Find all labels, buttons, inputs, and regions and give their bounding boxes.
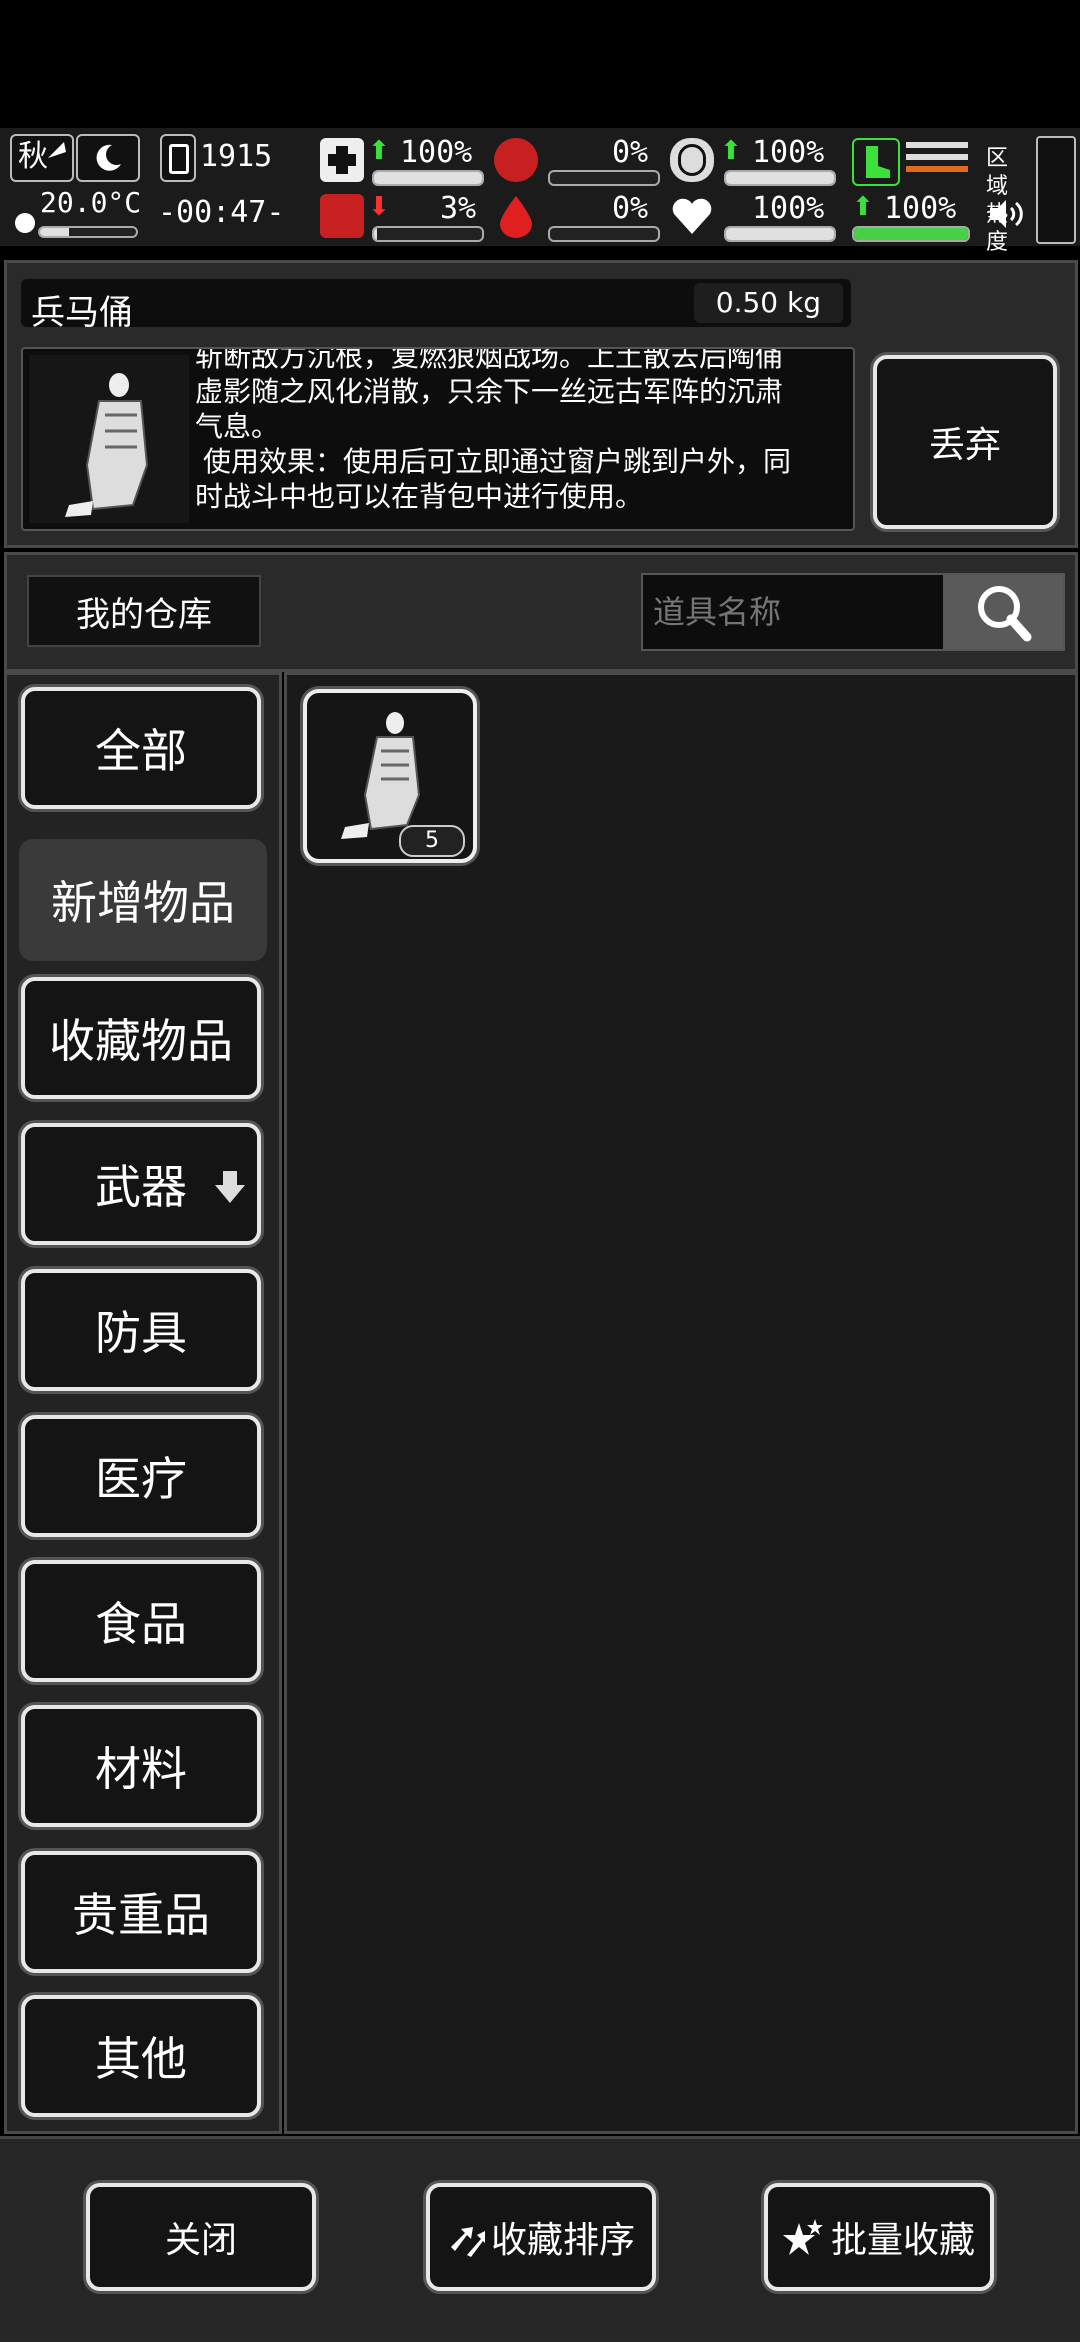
terracotta-warrior-icon [65,373,149,517]
favorite-sort-label: 收藏排序 [490,2219,635,2260]
category-medical[interactable]: 医疗 [21,1415,261,1537]
immunity-value: 100% [752,135,825,170]
footer-bar: 关闭 收藏排序 批量收藏 [0,2136,1080,2342]
item-grid: 5 [284,672,1078,2134]
thirst-value: 0% [612,191,649,226]
category-weapons-label: 武器 [95,1160,187,1214]
warehouse-header: 我的仓库 [4,552,1078,672]
swap-arrows-icon [450,2227,485,2257]
category-favorites[interactable]: 收藏物品 [21,977,261,1099]
item-image [29,355,189,523]
close-button[interactable]: 关闭 [86,2183,316,2291]
immunity-bar [724,170,836,186]
item-description-line: 时战斗中也可以在背包中进行使用。 [195,481,644,512]
category-weapons[interactable]: 武器 [21,1123,261,1245]
item-name: 兵马俑 [31,294,133,332]
stars-icon [782,2219,823,2255]
hunger-value: 0% [612,135,649,170]
search-icon [978,586,1032,642]
heart-icon [672,198,712,234]
speaker-icon[interactable] [988,198,1024,230]
search-box [641,573,1065,651]
item-description-line: 斩断敌方沉根，复燃狼烟战场。上土散去后陶俑 [195,347,784,372]
boot-icon [852,138,900,186]
category-materials[interactable]: 材料 [21,1705,261,1827]
thirst-bar [548,226,660,242]
water-drop-icon [500,196,532,238]
item-name-bar: 兵马俑 0.50 kg [21,279,851,332]
batch-favorite-label: 批量收藏 [830,2219,975,2260]
batch-favorite-button[interactable]: 批量收藏 [764,2183,994,2291]
item-count-badge: 5 [399,825,465,857]
favorite-sort-button[interactable]: 收藏排序 [426,2183,656,2291]
arrow-down-icon [215,1171,245,1203]
brain-icon [320,194,364,238]
grid-item-slot[interactable]: 5 [303,689,477,863]
mental-trend-down-icon: ⬇ [368,192,390,222]
health-bar [372,170,484,186]
item-description-box: 斩断敌方沉根，复燃狼烟战场。上土散去后陶俑 虚影随之风化消散，只余下一丝远古军阵… [21,347,855,531]
season-box: 秋 [10,134,74,182]
clock-time: -00:47- [158,195,285,230]
item-description-line: 使用效果：使用后可立即通过窗户跳到户外，同 [203,446,792,477]
season-label: 秋 [18,140,48,173]
thermometer-icon [15,213,35,233]
day-counter: 1915 [200,139,273,174]
category-valuables[interactable]: 贵重品 [21,1851,261,1973]
item-weight: 0.50 kg [693,283,843,323]
stomach-icon [494,138,538,182]
moon-box [76,134,140,182]
mental-value: 3% [440,191,477,226]
category-sidebar: 全部 新增物品 收藏物品 武器 防具 医疗 食品 材料 贵重品 其他 [4,672,282,2134]
leaf-icon [48,142,66,158]
stamina-bar [852,226,970,242]
hunger-bar [548,170,660,186]
health-trend-up-icon: ⬆ [368,136,390,166]
search-input[interactable] [643,575,939,649]
category-food[interactable]: 食品 [21,1560,261,1682]
day-icon [160,134,196,182]
temperature-bar [38,226,138,238]
item-description-line: 虚影随之风化消散，只余下一丝远古军阵的沉肃 [195,376,784,407]
warehouse-title: 我的仓库 [27,575,261,647]
item-description: 斩断敌方沉根，复燃狼烟战场。上土散去后陶俑 虚影随之风化消散，只余下一丝远古军阵… [195,347,845,514]
health-value: 100% [400,135,473,170]
item-detail-panel: 兵马俑 0.50 kg 斩断敌方沉根，复燃狼烟战场。上土散去后陶俑 虚影随之风化… [4,260,1078,548]
zone-heat-meter [1036,136,1076,244]
mood-value: 100% [752,191,825,226]
category-all[interactable]: 全部 [21,687,261,809]
temperature: 20.0°C [40,186,142,219]
pill-icon [670,138,714,182]
category-other[interactable]: 其他 [21,1995,261,2117]
stamina-trend-up-icon: ⬆ [852,192,874,222]
moon-icon [96,144,121,171]
category-armor[interactable]: 防具 [21,1269,261,1391]
mental-bar [372,226,484,242]
discard-button[interactable]: 丢弃 [873,355,1057,529]
stamina-stripe [906,154,968,160]
mood-bar [724,226,836,242]
first-aid-icon [320,138,364,182]
search-button[interactable] [943,575,1063,649]
stamina-stripe [906,166,968,172]
status-bar: 秋 20.0°C 1915 -00:47- ⬆ 100% ⬇ 3% 0% 0% … [0,128,1080,254]
stamina-value: 100% [884,191,957,226]
item-description-line: 气息。 [195,411,280,442]
stamina-stripe [906,142,968,148]
category-new-items[interactable]: 新增物品 [19,839,267,961]
immunity-trend-up-icon: ⬆ [720,136,742,166]
